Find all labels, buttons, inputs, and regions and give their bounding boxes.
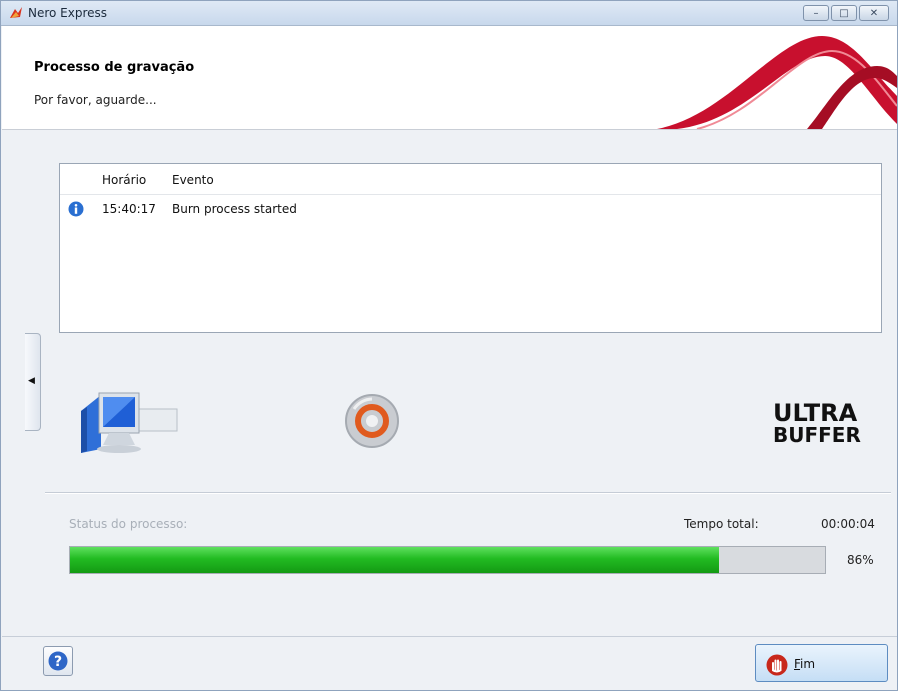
window-title: Nero Express xyxy=(28,6,108,20)
maximize-button[interactable]: □ xyxy=(831,5,857,21)
event-log[interactable]: Horário Evento 15:40:17 Burn process sta… xyxy=(59,163,882,333)
ultrabuffer-logo: ULTRA BUFFER xyxy=(773,399,861,443)
close-icon: ✕ xyxy=(869,7,879,19)
minimize-icon: – xyxy=(813,7,819,19)
process-status-label: Status do processo: xyxy=(69,517,188,531)
nero-wave-graphic xyxy=(657,36,897,129)
divider xyxy=(45,492,891,494)
end-button[interactable]: Fim xyxy=(755,644,888,682)
nero-express-window: Nero Express – □ ✕ Processo de gravação … xyxy=(0,0,898,691)
expand-panel-tab[interactable]: ◀ xyxy=(25,333,41,431)
stop-hand-icon xyxy=(766,654,788,676)
minimize-button[interactable]: – xyxy=(803,5,829,21)
column-header-event[interactable]: Evento xyxy=(172,173,214,187)
help-button[interactable]: ? xyxy=(43,646,73,676)
close-button[interactable]: ✕ xyxy=(859,5,889,21)
svg-text:?: ? xyxy=(54,654,62,670)
info-icon xyxy=(68,201,84,217)
chevron-left-icon: ◀ xyxy=(28,376,35,386)
progress-fill xyxy=(70,547,720,573)
header-panel: Processo de gravação Por favor, aguarde.… xyxy=(2,26,897,130)
log-row-event: Burn process started xyxy=(172,202,297,216)
page-subtitle: Por favor, aguarde... xyxy=(34,93,157,107)
log-row-time: 15:40:17 xyxy=(102,202,156,216)
burn-progress-bar xyxy=(69,546,826,574)
title-bar[interactable]: Nero Express – □ ✕ xyxy=(1,1,897,26)
disc-icon xyxy=(345,394,399,448)
log-header: Horário Evento xyxy=(60,164,881,195)
column-header-time[interactable]: Horário xyxy=(102,173,146,187)
progress-percent: 86% xyxy=(847,553,874,567)
svg-text:BUFFER: BUFFER xyxy=(773,423,861,443)
page-title: Processo de gravação xyxy=(34,60,195,75)
maximize-icon: □ xyxy=(839,7,849,19)
help-icon: ? xyxy=(48,651,68,671)
nero-app-icon xyxy=(10,7,22,18)
end-button-label: Fim xyxy=(794,657,816,671)
computer-icon xyxy=(81,392,178,453)
total-time-label: Tempo total: xyxy=(684,517,759,531)
log-row[interactable]: 15:40:17 Burn process started xyxy=(60,199,881,221)
total-time-value: 00:00:04 xyxy=(821,517,875,531)
